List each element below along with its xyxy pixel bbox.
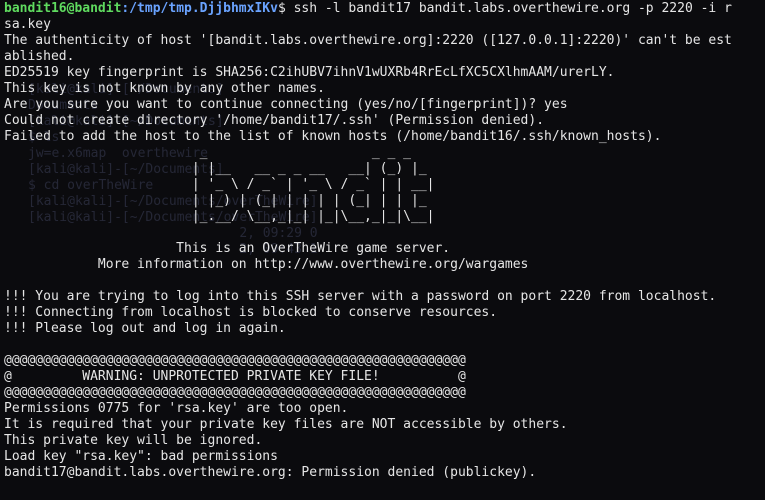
error-line: Load key "rsa.key": bad permissions: [4, 449, 278, 464]
ascii-banner-line: | |_) | (_| | | | | (_| | | |_: [4, 193, 435, 208]
prompt-path: :/tmp/tmp.DjjbhmxIKv: [121, 1, 278, 16]
error-line: It is required that your private key fil…: [4, 417, 568, 432]
prompt-symbol: $: [277, 1, 294, 16]
server-info-line: This is an OverTheWire game server.: [4, 241, 451, 256]
warning-border-line: @@@@@@@@@@@@@@@@@@@@@@@@@@@@@@@@@@@@@@@@…: [4, 385, 466, 400]
prompt-user: bandit16@bandit: [4, 1, 122, 16]
output-line: Failed to add the host to the list of kn…: [4, 129, 662, 144]
output-line: The authenticity of host '[bandit.labs.o…: [4, 33, 732, 48]
notice-line: !!! Please log out and log in again.: [4, 321, 286, 336]
ascii-banner-line: _ _ _ _: [4, 145, 435, 160]
server-info-line: More information on http://www.overthewi…: [4, 257, 529, 272]
output-line: Are you sure you want to continue connec…: [4, 97, 568, 112]
error-line: Permissions 0775 for 'rsa.key' are too o…: [4, 401, 349, 416]
output-line: Could not create directory '/home/bandit…: [4, 113, 545, 128]
warning-title-line: @ WARNING: UNPROTECTED PRIVATE KEY FILE!…: [4, 369, 466, 384]
output-line: sa.key: [4, 17, 51, 32]
ascii-banner-line: | |__ __ _ _ __ __| (_) |_: [4, 161, 435, 176]
ascii-banner-line: |_.__/ \__,_|_| |_|\__,_|_|\__|: [4, 209, 435, 224]
terminal-window[interactable]: [kali@kali]-[~/Documents] Documents [kali@…: [0, 0, 765, 500]
output-line: This key is not known by any other names…: [4, 81, 325, 96]
ascii-banner-line: | '_ \ / _` | '_ \ / _` | | __|: [4, 177, 435, 192]
error-line: bandit17@bandit.labs.overthewire.org: Pe…: [4, 465, 537, 480]
notice-line: !!! You are trying to log into this SSH …: [4, 289, 717, 304]
notice-line: !!! Connecting from localhost is blocked…: [4, 305, 498, 320]
output-line: ablished.: [4, 49, 75, 64]
warning-border-line: @@@@@@@@@@@@@@@@@@@@@@@@@@@@@@@@@@@@@@@@…: [4, 353, 466, 368]
terminal-output: bandit16@bandit:/tmp/tmp.DjjbhmxIKv$ ssh…: [4, 1, 764, 481]
prompt-line: bandit16@bandit:/tmp/tmp.DjjbhmxIKv$ ssh…: [4, 1, 764, 17]
output-line: ED25519 key fingerprint is SHA256:C2ihUB…: [4, 65, 615, 80]
error-line: This private key will be ignored.: [4, 433, 263, 448]
prompt-command: ssh -l bandit17 bandit.labs.overthewire.…: [293, 1, 732, 16]
